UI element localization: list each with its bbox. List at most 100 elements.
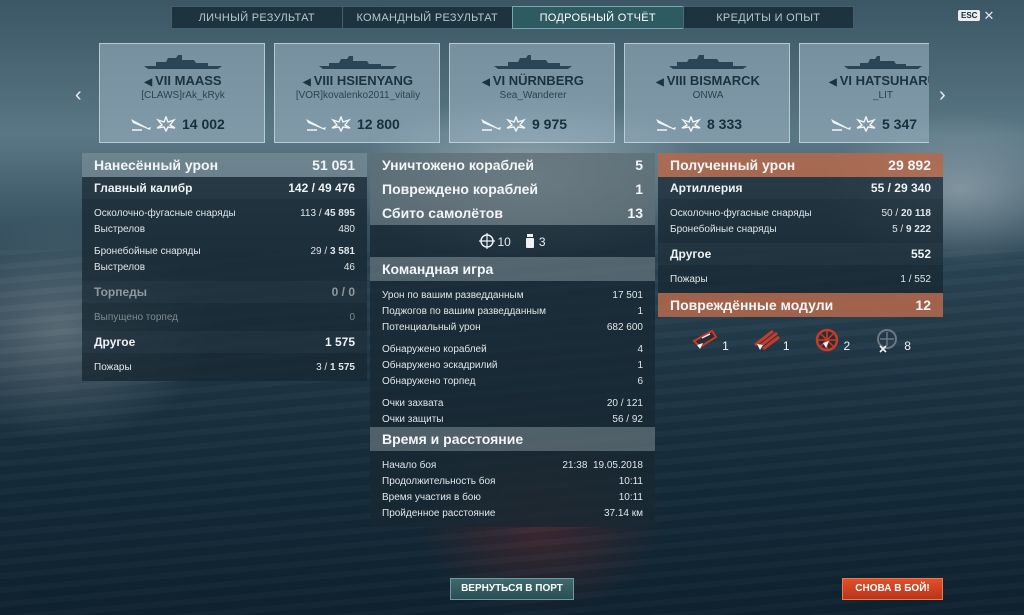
time-row: Начало боя 21:38 19.05.2018 [370,457,655,473]
ship-card[interactable]: ◀ VIII HSIENYANG [VOR]kovalenko2011_vital… [274,43,440,143]
tab-personal-result[interactable]: ЛИЧНЫЙ РЕЗУЛЬТАТ [171,6,343,29]
ship-name-text: HATSUHARU [855,73,929,88]
ship-tier: VIII [666,73,687,88]
value: 10:11 [618,475,643,487]
ship-damage: 8 333 [707,116,743,132]
label: Повреждено кораблей [382,181,538,197]
ship-class-icon: ◀ [303,77,311,88]
value: 12 [915,297,931,313]
damage: 3 581 [329,245,355,257]
label: Обнаружено торпед [382,375,476,387]
close-button[interactable]: ESC ✕ [958,9,994,22]
value: 142 / 49 476 [288,181,355,195]
module-count: 8 [904,339,911,353]
damage-burst-icon [681,116,701,132]
battle-again-button[interactable]: СНОВА В БОЙ! [842,578,943,600]
damaged-modules-list: 1 1 2 8 [658,317,943,353]
value: 480 [338,223,355,235]
label: Другое [94,335,136,349]
next-ship-arrow-icon[interactable]: › [939,84,946,107]
player-name: Sea_Wanderer [499,90,567,101]
damage-burst-icon [156,116,176,132]
other-received-row: Другое 552 [658,243,943,265]
module-main-battery: 1 [690,327,729,353]
aa-count: 10 [497,235,511,249]
label: Пройденное расстояние [382,507,496,519]
ship-name-text: HSIENYANG [336,73,413,88]
frag-ship-icon [131,119,151,131]
report-tabs: ЛИЧНЫЙ РЕЗУЛЬТАТ КОМАНДНЫЙ РЕЗУЛЬТАТ ПОД… [171,6,854,29]
planes-breakdown: 10 3 [370,225,655,257]
label: Выстрелов [94,223,146,235]
torpedoes-row: Торпеды 0 / 0 [82,281,367,303]
fires-received-row: Пожары 1 / 552 [658,271,943,287]
consumable-count: 3 [525,233,546,249]
label: Бронебойные снаряды [670,223,777,235]
main-battery-row: Главный калибр 142 / 49 476 [82,177,367,199]
label: Повреждённые модули [670,297,834,313]
value: 56 / 92 [612,413,643,425]
value: 5 / 9 222 [892,223,931,235]
tab-credits-xp[interactable]: КРЕДИТЫ И ОПЫТ [682,6,854,29]
frag-ship-icon [831,119,851,131]
ship-silhouette-icon [844,56,922,69]
team-row: Обнаружено эскадрилий 1 [370,357,655,373]
ship-tier: VII [155,73,172,88]
damage-burst-icon [331,116,351,132]
other-damage-row: Другое 1 575 [82,331,367,353]
spacer [82,375,367,381]
ship-card[interactable]: ◀ VIII BISMARCK ONWA 8 333 [624,43,790,143]
value: 29 892 [888,157,931,173]
prev-ship-arrow-icon[interactable]: ‹ [75,84,82,107]
ship-silhouette-icon [669,55,747,69]
module-engine: 8 [872,327,911,353]
value: 20 / 121 [606,397,643,409]
ship-card[interactable]: ◀ VI NÜRNBERG Sea_Wanderer 9 975 [449,43,615,143]
label: Осколочно-фугасные снаряды [94,207,236,219]
label: Урон по вашим разведданным [382,289,524,301]
ship-damage: 5 347 [882,116,918,132]
label: Очки защиты [382,413,444,425]
team-row: Очки защиты 56 / 92 [370,411,655,427]
ship-name: ◀ VIII BISMARCK [625,73,791,88]
damaged-modules-header: Повреждённые модули 12 [658,293,943,317]
label: Потенциальный урон [382,321,481,333]
time-distance-header: Время и расстояние [370,427,655,451]
value: 1 / 552 [900,273,931,285]
label: Сбито самолётов [382,205,503,221]
value: 50 / 20 118 [881,207,931,219]
ship-silhouette-icon [319,56,397,69]
label: Главный калибр [94,181,193,195]
value: 3 / 1 575 [316,361,355,373]
ap-shells-row: Бронебойные снаряды 29 / 3 581 [82,243,367,259]
hits: 3 [316,361,322,373]
damage-received-header: Полученный урон 29 892 [658,153,943,177]
time-row: Время участия в бою 10:11 [370,489,655,505]
tab-team-result[interactable]: КОМАНДНЫЙ РЕЗУЛЬТАТ [341,6,513,29]
consumable-value: 3 [538,235,546,249]
value: 0 [349,311,355,323]
value: 29 / 3 581 [310,245,356,257]
aa-scope: 10 [479,233,511,249]
ship-card[interactable]: ◀ VI HATSUHARU _LIT 5 347 [799,43,929,143]
artillery-row: Артиллерия 55 / 29 340 [658,177,943,199]
ship-tier: VI [492,73,506,88]
value: 113 / 45 895 [300,207,355,219]
hits: 50 [881,207,893,219]
ship-name-text: NÜRNBERG [508,73,584,88]
label: Обнаружено эскадрилий [382,359,498,371]
team-row: Обнаружено торпед 6 [370,373,655,389]
player-name: ONWA [692,90,724,101]
label: Время участия в бою [382,491,481,503]
return-to-port-button[interactable]: ВЕРНУТЬСЯ В ПОРТ [450,578,574,600]
esc-key-label: ESC [958,10,981,21]
team-row: Поджогов по вашим разведданным 1 [370,303,655,319]
ship-card[interactable]: ◀ VII MAASS [CLAWS]rAk_kRyk 14 002 [99,43,265,143]
label: Время и расстояние [382,431,524,447]
value: 1 575 [324,335,355,349]
value: 37.14 км [603,507,643,519]
label: Очки захвата [382,397,444,409]
tab-detailed-report[interactable]: ПОДРОБНЫЙ ОТЧЁТ [512,6,684,29]
module-count: 1 [722,339,729,353]
ship-stats: 8 333 [655,116,742,132]
